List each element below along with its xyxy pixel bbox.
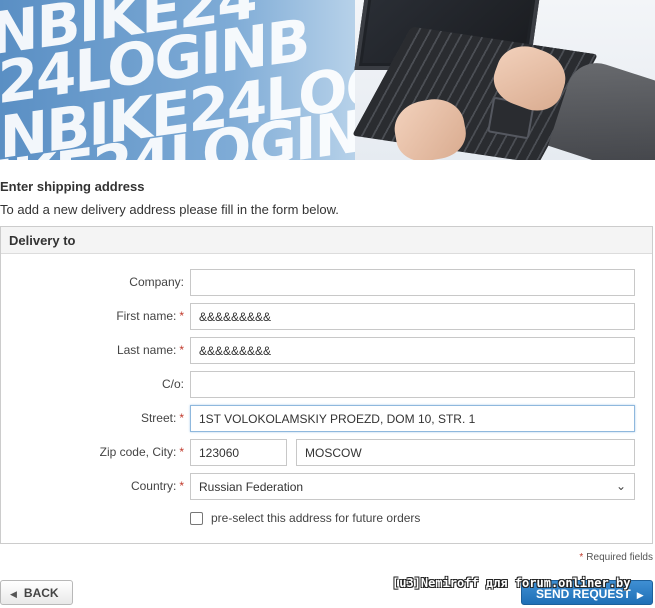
country-select[interactable]: Russian Federation ⌄ — [190, 473, 635, 500]
header-banner: NBIKE24 E24LOGINB INBIKE24LOG BIKE24LOGI… — [0, 0, 655, 160]
first-name-label: First name: * — [116, 309, 184, 323]
zip-city-row: Zip code, City: * — [1, 439, 654, 466]
last-name-label: Last name: * — [116, 343, 184, 357]
company-input[interactable] — [190, 269, 635, 296]
country-select-value: Russian Federation — [199, 480, 304, 494]
laptop-photo — [351, 0, 655, 160]
panel-title: Delivery to — [1, 227, 652, 254]
co-row: C/o: — [1, 371, 654, 398]
company-row: Company: — [1, 269, 654, 296]
page-title: Enter shipping address — [0, 179, 145, 194]
first-name-input[interactable] — [190, 303, 635, 330]
zip-city-label: Zip code, City: * — [99, 445, 184, 459]
delivery-panel: Delivery to Company: First name:* Last n… — [0, 226, 653, 544]
zip-code-input[interactable] — [190, 439, 287, 466]
country-row: Country: * Russian Federation ⌄ — [1, 473, 654, 500]
street-row: Street: * — [1, 405, 654, 432]
watermark-text: [u3]Nemiroff для forum.onliner.by — [392, 576, 631, 590]
street-label: Street: * — [140, 411, 184, 425]
last-name-input[interactable] — [190, 337, 635, 364]
street-input[interactable] — [190, 405, 635, 432]
last-name-row: Last name: * — [1, 337, 654, 364]
company-label: Company: — [129, 275, 184, 289]
country-label: Country: * — [130, 479, 184, 493]
page-subtitle: To add a new delivery address please fil… — [0, 202, 339, 217]
co-input[interactable] — [190, 371, 635, 398]
banner-logo-pattern: NBIKE24 E24LOGINB INBIKE24LOG BIKE24LOGI… — [0, 0, 390, 160]
triangle-right-icon: ▶ — [636, 590, 644, 600]
co-label: C/o: — [161, 377, 184, 391]
preselect-label[interactable]: pre-select this address for future order… — [211, 511, 420, 525]
city-input[interactable] — [296, 439, 635, 466]
back-button-label: BACK — [23, 586, 59, 600]
first-name-row: First name: * — [1, 303, 654, 330]
required-fields-note: * Required fields — [579, 552, 653, 563]
triangle-left-icon: ◀ — [10, 589, 17, 599]
chevron-down-icon: ⌄ — [615, 479, 626, 493]
back-button[interactable]: ◀ BACK — [0, 580, 73, 605]
preselect-checkbox[interactable] — [190, 512, 203, 525]
